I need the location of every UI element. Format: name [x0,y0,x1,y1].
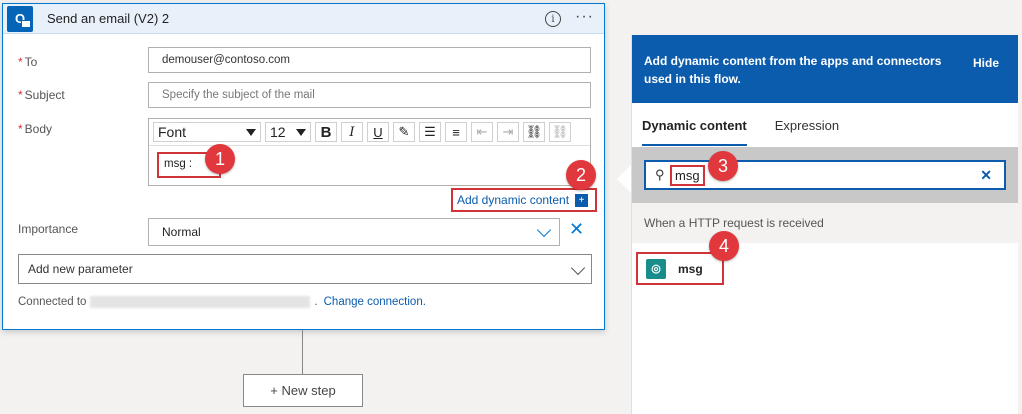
panel-header: Add dynamic content from the apps and co… [632,35,1018,103]
connected-prefix: Connected to [18,296,87,308]
body-label: * Body [18,122,53,136]
section-header: When a HTTP request is received [632,203,1018,243]
editor-toolbar: Font 12 B I U ✎ ☰ ≡ ⇤ ⇥ ⛓ ⛓ [149,119,590,146]
caret-down-icon [246,129,256,136]
info-icon[interactable]: i [545,11,561,27]
more-icon[interactable]: ··· [575,8,594,26]
body-label-text: Body [24,122,53,136]
search-zone: ⚲ msg ✕ [632,147,1018,203]
numbered-list-icon[interactable]: ≡ [445,122,467,142]
badge-4: 4 [709,231,739,261]
close-icon[interactable]: ✕ [569,219,584,240]
dynamic-result-msg[interactable]: ◎ msg [636,252,724,285]
importance-select[interactable]: Normal [148,218,560,246]
to-field[interactable]: demouser@contoso.com [148,47,591,73]
redacted-account [90,296,311,308]
unlink-icon[interactable]: ⛓ [549,122,571,142]
link-icon[interactable]: ⛓ [523,122,545,142]
to-label-text: To [24,55,38,69]
dynamic-content-panel: Add dynamic content from the apps and co… [631,35,1018,414]
dynamic-result-label: msg [678,261,703,276]
chevron-down-icon [536,222,552,238]
size-select[interactable]: 12 [265,122,311,142]
subject-field[interactable]: Specify the subject of the mail [148,82,591,108]
tab-dynamic-content[interactable]: Dynamic content [642,118,747,146]
card-title: Send an email (V2) 2 [47,11,170,26]
flow-connector-line [302,330,303,374]
dynamic-search-input[interactable]: ⚲ msg ✕ [644,160,1006,190]
badge-1: 1 [205,144,235,174]
to-label: * To [18,55,38,69]
add-parameter-select[interactable]: Add new parameter [18,254,592,284]
card-header[interactable]: O Send an email (V2) 2 i ··· [3,4,604,34]
change-connection-link[interactable]: Change connection. [324,296,426,308]
italic-button[interactable]: I [341,122,363,142]
clear-icon[interactable]: ✕ [980,167,992,184]
outlook-icon: O [7,5,33,32]
caret-down-icon [296,129,306,136]
search-value: msg [670,164,705,186]
subject-label: * Subject [18,88,65,102]
subject-label-text: Subject [24,88,65,102]
http-request-icon: ◎ [646,258,666,279]
importance-value: Normal [162,225,201,239]
outdent-icon[interactable]: ⇤ [471,122,493,142]
chevron-down-icon [570,260,586,276]
bullet-list-icon[interactable]: ☰ [419,122,441,142]
font-select[interactable]: Font [153,122,261,142]
importance-label: Importance [18,222,79,236]
add-dynamic-content-link[interactable]: Add dynamic content + [451,188,597,212]
underline-button[interactable]: U [367,122,389,142]
badge-3: 3 [708,151,738,181]
search-icon: ⚲ [655,167,665,182]
new-step-button[interactable]: + New step [243,374,363,407]
action-card: O Send an email (V2) 2 i ··· * To demouse… [2,3,605,330]
plus-icon: + [575,193,589,207]
panel-header-text: Add dynamic content from the apps and co… [644,54,942,86]
pen-icon[interactable]: ✎ [393,122,415,142]
size-select-value: 12 [270,124,286,140]
add-dynamic-content-label: Add dynamic content [457,193,570,207]
add-parameter-label: Add new parameter [28,262,133,276]
tab-expression[interactable]: Expression [775,118,839,133]
hide-button[interactable]: Hide [973,54,999,72]
connection-info: Connected to . Change connection. [18,296,426,308]
envelope-icon [21,19,31,28]
indent-icon[interactable]: ⇥ [497,122,519,142]
bold-button[interactable]: B [315,122,337,142]
panel-tabs: Dynamic content Expression [632,103,1018,147]
badge-2: 2 [566,160,596,190]
font-select-value: Font [158,124,187,140]
